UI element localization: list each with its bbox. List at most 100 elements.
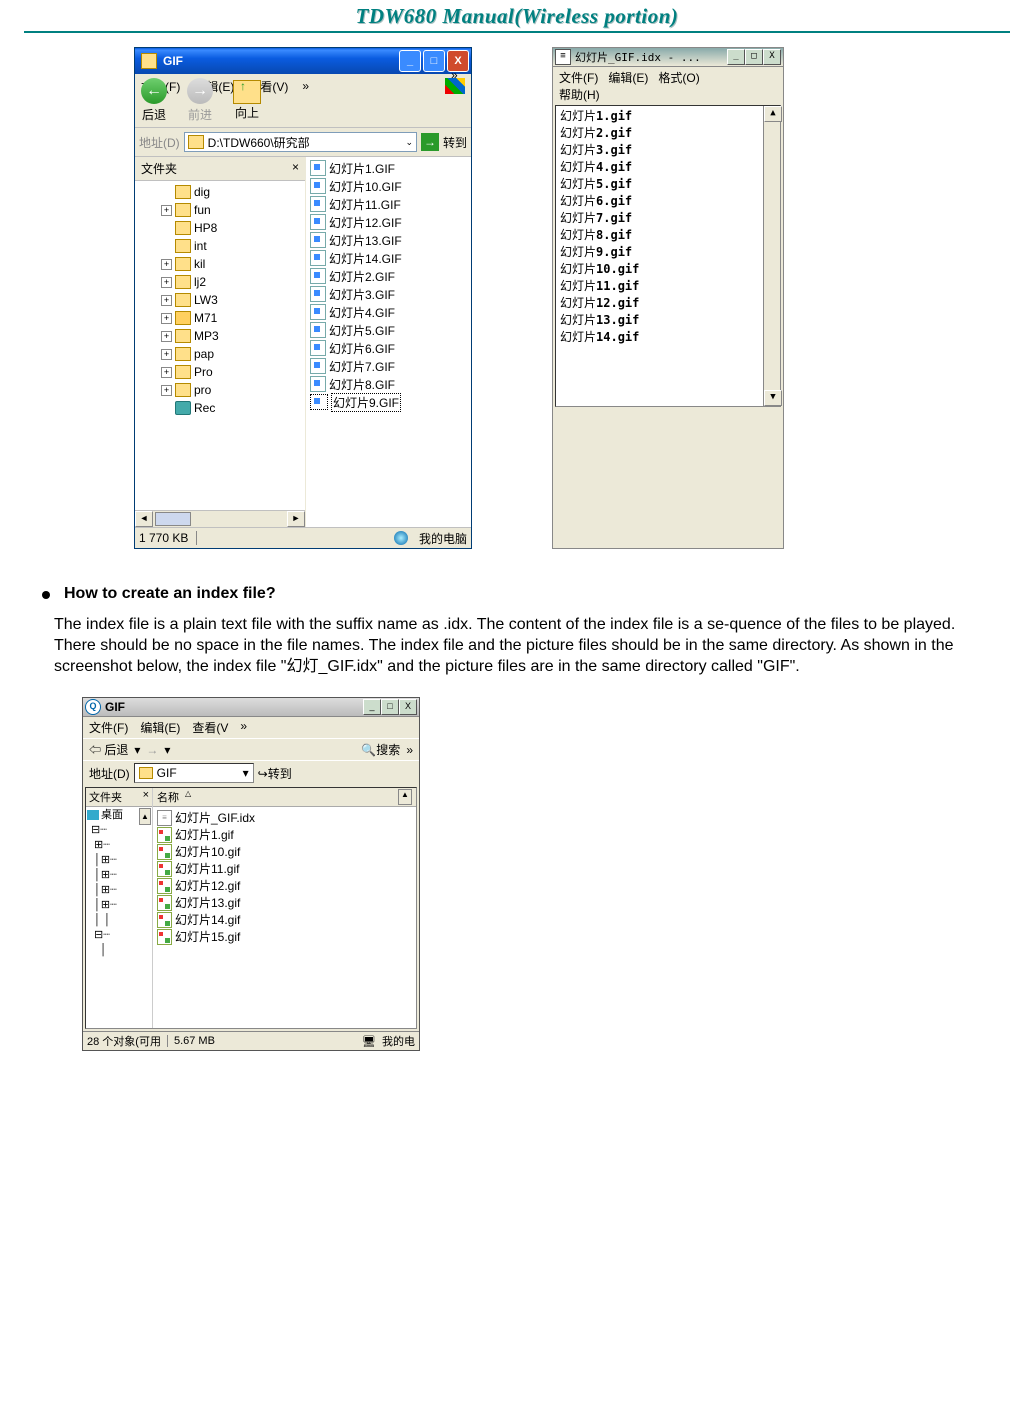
tree-item[interactable]: +M71 (139, 309, 305, 327)
file-item[interactable]: 幻灯片9.GIF (310, 393, 467, 411)
notepad-title: 幻灯片_GIF.idx - ... (575, 49, 701, 65)
file-item[interactable]: 幻灯片14.GIF (310, 249, 467, 267)
folder-icon (188, 135, 204, 149)
notepad-titlebar[interactable]: ≡ 幻灯片_GIF.idx - ... _ □ X (553, 48, 783, 67)
forward-button[interactable]: → (146, 743, 158, 757)
file-item[interactable]: 幻灯片14.gif (157, 911, 412, 928)
minimize-button[interactable]: _ (399, 50, 421, 72)
file-item[interactable]: 幻灯片13.gif (157, 894, 412, 911)
menu-more[interactable]: » (240, 719, 247, 736)
globe-icon (394, 531, 408, 545)
menu-edit[interactable]: 编辑(E) (608, 71, 648, 85)
tree-close-icon[interactable]: × (143, 789, 149, 805)
file-item[interactable]: 幻灯片12.gif (157, 877, 412, 894)
menu-format[interactable]: 格式(O) (658, 71, 699, 85)
search-button[interactable]: 🔍搜索 (361, 741, 400, 758)
tree-item[interactable]: +LW3 (139, 291, 305, 309)
menu-file[interactable]: 文件(F) (89, 719, 128, 736)
column-header-name[interactable]: 名称 (157, 789, 179, 805)
address-input[interactable]: D:\TDW660\研究部 ⌄ (184, 132, 417, 152)
tree-item[interactable]: +kil (139, 255, 305, 273)
close-button[interactable]: X (399, 699, 417, 715)
file-item[interactable]: 幻灯片11.GIF (310, 195, 467, 213)
back-button[interactable]: ⇦ 后退 (89, 741, 128, 758)
menu-file[interactable]: 文件(F) (559, 71, 598, 85)
notepad-scrollbar[interactable]: ▲▼ (763, 106, 780, 406)
titlebar[interactable]: Q GIF _ □ X (83, 698, 419, 717)
image-file-icon (310, 160, 326, 176)
titlebar[interactable]: GIF _ □ X (135, 48, 471, 74)
menu-help[interactable]: 帮助(H) (559, 88, 600, 102)
tree-item[interactable]: Rec (139, 399, 305, 417)
file-item[interactable]: 幻灯片15.gif (157, 928, 412, 945)
forward-button[interactable]: → 前进 (187, 78, 213, 123)
file-item[interactable]: 幻灯片1.gif (157, 826, 412, 843)
minimize-button[interactable]: _ (727, 49, 745, 65)
close-button[interactable]: X (763, 49, 781, 65)
back-dropdown[interactable]: ▾ (134, 743, 140, 757)
tree-scrollbar[interactable]: ◄► (135, 510, 305, 527)
address-bar: 地址(D) GIF ▾ ↪转到 (83, 760, 419, 785)
tree-item[interactable]: dig (139, 183, 305, 201)
tree-item[interactable]: +Pro (139, 363, 305, 381)
maximize-button[interactable]: □ (745, 49, 763, 65)
tree-item[interactable]: HP8 (139, 219, 305, 237)
address-input[interactable]: GIF ▾ (134, 763, 254, 783)
toolbar-more[interactable]: » (406, 743, 413, 757)
notepad-window: ≡ 幻灯片_GIF.idx - ... _ □ X 文件(F) 编辑(E) 格式… (552, 47, 784, 549)
toolbar-more[interactable]: » (451, 68, 458, 82)
tree-item[interactable]: int (139, 237, 305, 255)
file-item[interactable]: 幻灯片12.GIF (310, 213, 467, 231)
file-item[interactable]: 幻灯片11.gif (157, 860, 412, 877)
window-title: GIF (163, 54, 183, 68)
window-title: GIF (105, 700, 125, 714)
file-item[interactable]: 幻灯片3.GIF (310, 285, 467, 303)
explorer-icon: Q (85, 699, 101, 715)
file-item[interactable]: ≡幻灯片_GIF.idx (157, 809, 412, 826)
tree-item[interactable]: +MP3 (139, 327, 305, 345)
file-item[interactable]: 幻灯片1.GIF (310, 159, 467, 177)
file-item[interactable]: 幻灯片10.gif (157, 843, 412, 860)
menu-more[interactable]: » (302, 79, 309, 93)
tree-item[interactable]: +fun (139, 201, 305, 219)
file-item[interactable]: 幻灯片13.GIF (310, 231, 467, 249)
image-file-icon (310, 250, 326, 266)
file-item[interactable]: 幻灯片2.GIF (310, 267, 467, 285)
tree-item[interactable]: +pro (139, 381, 305, 399)
up-button[interactable]: 向上 (233, 80, 261, 121)
maximize-button[interactable]: □ (381, 699, 399, 715)
go-button[interactable]: ↪转到 (258, 765, 292, 782)
text-file-icon: ≡ (157, 810, 172, 826)
notepad-menubar: 文件(F) 编辑(E) 格式(O) 帮助(H) (553, 67, 783, 105)
file-item[interactable]: 幻灯片4.GIF (310, 303, 467, 321)
minimize-button[interactable]: _ (363, 699, 381, 715)
file-item[interactable]: 幻灯片8.GIF (310, 375, 467, 393)
status-size: 5.67 MB (174, 1035, 215, 1047)
image-file-icon (310, 394, 328, 410)
status-bar: 28 个对象(可用 5.67 MB 🖥 我的电 (83, 1031, 419, 1050)
image-file-icon (310, 232, 326, 248)
go-button[interactable]: → (421, 133, 439, 151)
address-bar: 地址(D) D:\TDW660\研究部 ⌄ → 转到 (135, 128, 471, 157)
file-item[interactable]: 幻灯片6.GIF (310, 339, 467, 357)
folder-icon (139, 767, 153, 779)
maximize-button[interactable]: □ (423, 50, 445, 72)
tree-item[interactable]: +lj2 (139, 273, 305, 291)
menu-edit[interactable]: 编辑(E) (140, 719, 180, 736)
scroll-up-button[interactable]: ▲ (398, 789, 412, 805)
menu-view[interactable]: 查看(V (192, 719, 228, 736)
explorer-window-gif-2: Q GIF _ □ X 文件(F) 编辑(E) 查看(V » ⇦ 后退 ▾ → … (82, 697, 420, 1051)
dropdown-icon[interactable]: ▾ (243, 766, 249, 780)
tree-item[interactable]: 桌面▲ (87, 808, 151, 823)
gif-file-icon (157, 878, 172, 894)
image-file-icon (310, 322, 326, 338)
address-path: D:\TDW660\研究部 (208, 134, 310, 151)
file-item[interactable]: 幻灯片5.GIF (310, 321, 467, 339)
dropdown-icon[interactable]: ⌄ (405, 137, 413, 148)
notepad-text-area[interactable]: 幻灯片1.gif 幻灯片2.gif 幻灯片3.gif 幻灯片4.gif 幻灯片5… (556, 106, 763, 406)
tree-item[interactable]: +pap (139, 345, 305, 363)
file-item[interactable]: 幻灯片10.GIF (310, 177, 467, 195)
back-button[interactable]: ← 后退 (141, 78, 167, 123)
tree-close-icon[interactable]: × (292, 160, 299, 177)
file-item[interactable]: 幻灯片7.GIF (310, 357, 467, 375)
